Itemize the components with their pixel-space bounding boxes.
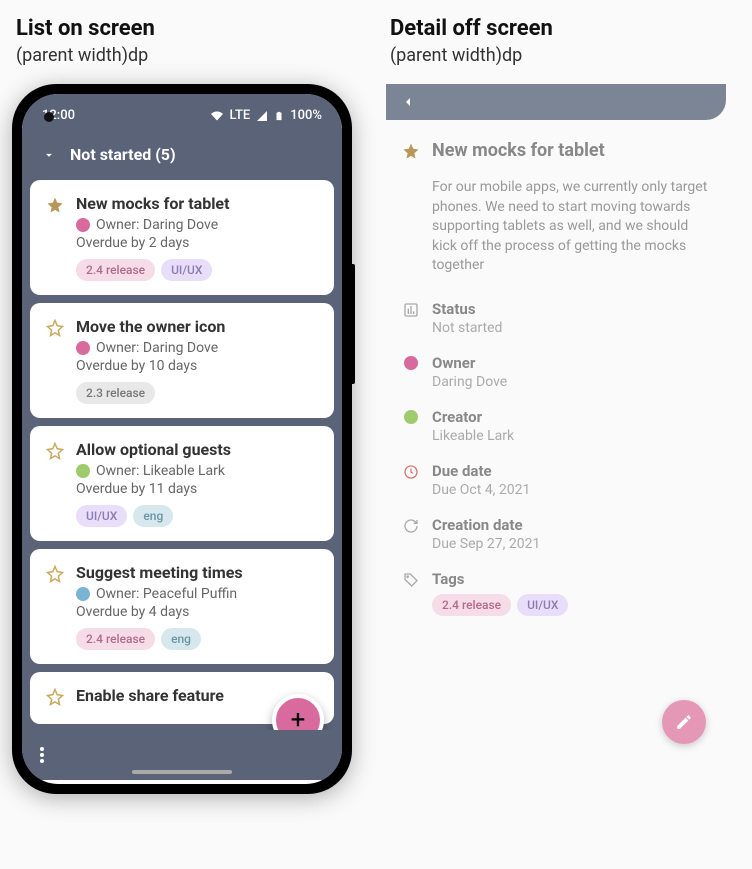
detail-row-creator: Creator Likeable Lark bbox=[402, 408, 710, 444]
star-icon[interactable] bbox=[46, 442, 64, 527]
more-vert-icon[interactable] bbox=[40, 747, 44, 763]
card-due: Overdue by 4 days bbox=[76, 604, 318, 620]
tag[interactable]: eng bbox=[133, 505, 173, 527]
task-card[interactable]: Suggest meeting times Owner: Peaceful Pu… bbox=[30, 549, 334, 664]
home-indicator bbox=[132, 770, 232, 774]
card-owner: Owner: Daring Dove bbox=[76, 340, 318, 356]
owner-dot-icon bbox=[76, 464, 90, 478]
detail-topbar[interactable] bbox=[386, 84, 726, 120]
star-icon[interactable] bbox=[46, 196, 64, 281]
status-icon bbox=[402, 302, 420, 318]
detail-row-owner: Owner Daring Dove bbox=[402, 354, 710, 390]
card-due: Overdue by 10 days bbox=[76, 358, 318, 374]
owner-dot-icon bbox=[76, 587, 90, 601]
status-time: 12:00 bbox=[42, 108, 75, 123]
task-card[interactable]: New mocks for tablet Owner: Daring Dove … bbox=[30, 180, 334, 295]
task-card[interactable]: Allow optional guests Owner: Likeable La… bbox=[30, 426, 334, 541]
card-owner: Owner: Peaceful Puffin bbox=[76, 586, 318, 602]
detail-description: For our mobile apps, we currently only t… bbox=[432, 178, 710, 276]
wifi-icon bbox=[210, 110, 224, 122]
tag[interactable]: 2.4 release bbox=[76, 628, 155, 650]
detail-row-created: Creation date Due Sep 27, 2021 bbox=[402, 516, 710, 552]
card-title: Suggest meeting times bbox=[76, 563, 318, 582]
card-tags: 2.4 release eng bbox=[76, 628, 318, 650]
card-owner: Owner: Likeable Lark bbox=[76, 463, 318, 479]
owner-dot-icon bbox=[76, 341, 90, 355]
task-list[interactable]: New mocks for tablet Owner: Daring Dove … bbox=[22, 180, 342, 780]
phone-frame: 12:00 LTE 100% Not started (5) bbox=[12, 84, 352, 794]
card-owner: Owner: Daring Dove bbox=[76, 217, 318, 233]
tag[interactable]: 2.3 release bbox=[76, 382, 155, 404]
star-icon[interactable] bbox=[46, 688, 64, 710]
chevron-down-icon bbox=[42, 148, 56, 162]
task-card[interactable]: Move the owner icon Owner: Daring Dove O… bbox=[30, 303, 334, 418]
star-icon[interactable] bbox=[46, 319, 64, 404]
signal-icon bbox=[256, 110, 268, 122]
detail-row-due: Due date Due Oct 4, 2021 bbox=[402, 462, 710, 498]
card-tags: UI/UX eng bbox=[76, 505, 318, 527]
detail-row-tags: Tags 2.4 releaseUI/UX bbox=[402, 570, 710, 616]
star-icon[interactable] bbox=[402, 142, 420, 164]
clock-icon bbox=[402, 464, 420, 480]
tag[interactable]: UI/UX bbox=[76, 505, 127, 527]
left-heading: List on screen bbox=[16, 16, 366, 41]
card-tags: 2.4 release UI/UX bbox=[76, 259, 318, 281]
card-tags: 2.3 release bbox=[76, 382, 318, 404]
left-sub: (parent width)dp bbox=[16, 45, 366, 66]
detail-pane: New mocks for tablet For our mobile apps… bbox=[386, 84, 726, 764]
owner-dot-icon bbox=[76, 218, 90, 232]
detail-row-status: Status Not started bbox=[402, 300, 710, 336]
tag[interactable]: eng bbox=[161, 628, 201, 650]
status-battery: 100% bbox=[290, 108, 322, 123]
tag-icon bbox=[402, 572, 420, 588]
detail-title: New mocks for tablet bbox=[432, 140, 605, 164]
battery-icon bbox=[274, 109, 284, 123]
status-lte: LTE bbox=[230, 108, 251, 123]
refresh-icon bbox=[402, 518, 420, 534]
tag[interactable]: UI/UX bbox=[517, 594, 568, 616]
card-due: Overdue by 11 days bbox=[76, 481, 318, 497]
tag[interactable]: 2.4 release bbox=[432, 594, 511, 616]
creator-icon bbox=[402, 410, 420, 424]
pencil-icon bbox=[675, 713, 693, 731]
card-title: Move the owner icon bbox=[76, 317, 318, 336]
right-heading: Detail off screen bbox=[390, 16, 740, 41]
card-title: Allow optional guests bbox=[76, 440, 318, 459]
status-bar: 12:00 LTE 100% bbox=[22, 94, 342, 133]
owner-icon bbox=[402, 356, 420, 370]
tag[interactable]: UI/UX bbox=[161, 259, 212, 281]
card-title: New mocks for tablet bbox=[76, 194, 318, 213]
card-due: Overdue by 2 days bbox=[76, 235, 318, 251]
list-header-title: Not started (5) bbox=[70, 145, 176, 164]
right-sub: (parent width)dp bbox=[390, 45, 740, 66]
star-icon[interactable] bbox=[46, 565, 64, 650]
back-icon[interactable] bbox=[400, 94, 416, 110]
fab-edit[interactable] bbox=[662, 700, 706, 744]
tag[interactable]: 2.4 release bbox=[76, 259, 155, 281]
list-header[interactable]: Not started (5) bbox=[22, 133, 342, 180]
